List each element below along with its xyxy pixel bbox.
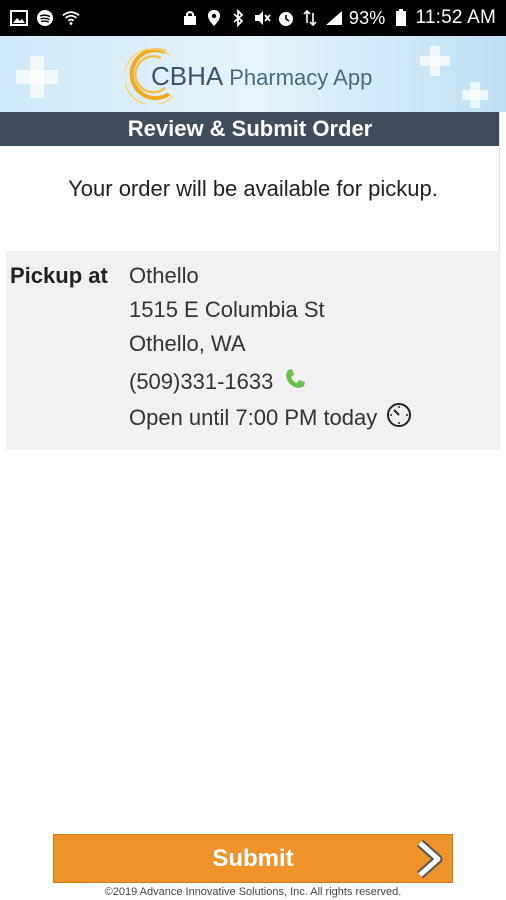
page-title: Review & Submit Order (127, 116, 373, 141)
pickup-details-panel: Pickup at Othello 1515 E Columbia St Oth… (6, 251, 500, 450)
battery-percentage: 93% (348, 7, 386, 28)
store-hours: Open until 7:00 PM today (129, 405, 378, 430)
pickup-label: Pickup at (10, 263, 108, 288)
mute-icon (253, 9, 271, 27)
pickup-address: Othello 1515 E Columbia St Othello, WA (… (129, 263, 413, 435)
bluetooth-icon (229, 9, 247, 27)
submit-button[interactable]: Submit (53, 834, 453, 883)
lock-icon (181, 9, 199, 27)
data-transfer-icon (301, 9, 319, 27)
spotify-icon (36, 9, 54, 27)
store-street: 1515 E Columbia St (129, 297, 325, 322)
store-hours-row: Open until 7:00 PM today (129, 401, 413, 435)
chevron-right-icon (412, 839, 448, 879)
store-phone-row[interactable]: (509)331-1633 (129, 365, 413, 399)
signal-icon (325, 9, 343, 27)
phone-icon[interactable] (283, 367, 307, 397)
app-header-banner: CBHA Pharmacy App (0, 36, 506, 112)
app-brand: CBHA (151, 61, 224, 91)
app-name: Pharmacy App (229, 65, 373, 90)
status-bar: 93% 11:52 AM (0, 0, 506, 36)
alarm-icon (277, 9, 295, 27)
app-logo-text: CBHA Pharmacy App (151, 61, 372, 92)
store-phone[interactable]: (509)331-1633 (129, 369, 273, 395)
store-name: Othello (129, 263, 199, 288)
location-icon (205, 9, 223, 27)
clock: 11:52 AM (415, 7, 496, 28)
battery-icon (392, 9, 410, 27)
pickup-notice: Your order will be available for pickup. (68, 176, 438, 201)
system-icons: 93% 11:52 AM (181, 7, 496, 29)
notification-icons (10, 9, 80, 27)
submit-label: Submit (212, 844, 294, 872)
copyright-footer: ©2019 Advance Innovative Solutions, Inc.… (104, 886, 402, 898)
page-title-bar: Review & Submit Order (0, 112, 500, 146)
gallery-icon (10, 9, 28, 27)
store-city: Othello, WA (129, 331, 246, 356)
clock-icon (385, 401, 413, 435)
app-logo: CBHA Pharmacy App (123, 44, 372, 109)
wifi-icon (62, 9, 80, 27)
